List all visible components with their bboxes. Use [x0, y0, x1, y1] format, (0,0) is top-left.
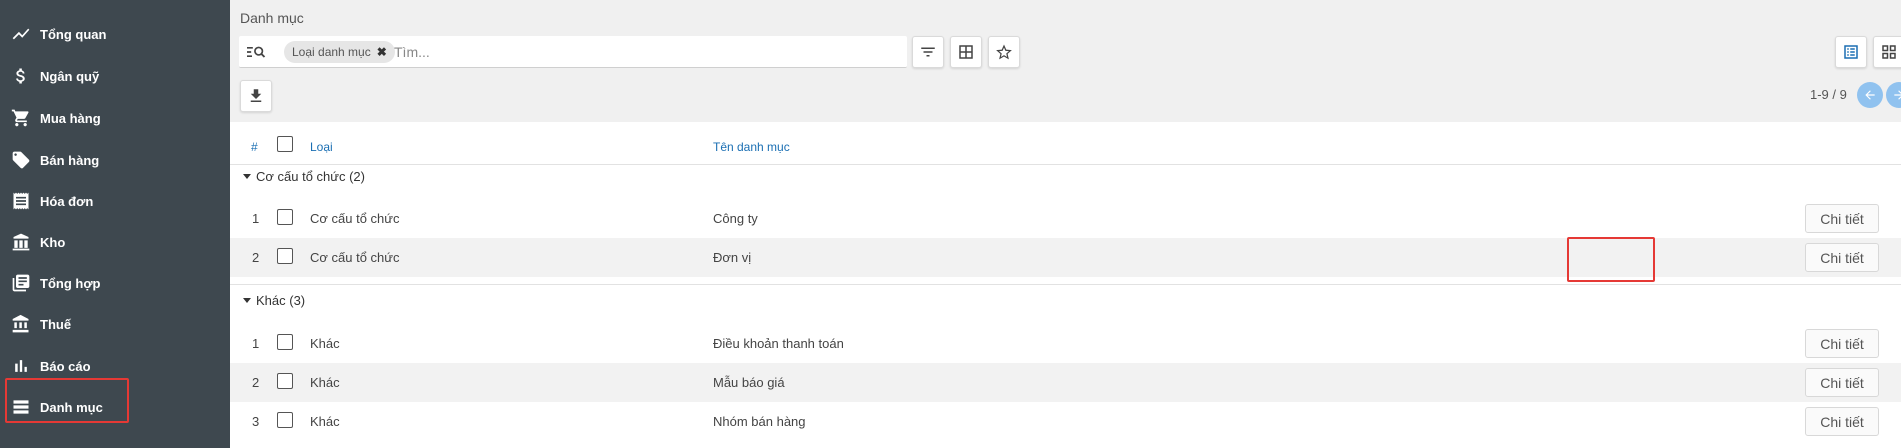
- row-name: Mẫu báo giá: [713, 375, 785, 390]
- sidebar-item-hoa-don[interactable]: Hóa đơn: [0, 181, 230, 221]
- row-checkbox[interactable]: [277, 373, 293, 389]
- header-divider: [230, 164, 1901, 165]
- download-button[interactable]: [240, 80, 272, 112]
- table-row[interactable]: 1 Cơ cấu tổ chức Công ty Chi tiết: [230, 199, 1901, 238]
- star-icon: [996, 44, 1012, 60]
- sidebar-item-label: Tổng quan: [40, 26, 107, 42]
- trending-up-icon: [10, 23, 32, 45]
- row-index: 1: [252, 211, 260, 226]
- sidebar-item-label: Bán hàng: [40, 152, 100, 168]
- arrow-left-icon: [1865, 90, 1875, 100]
- group-divider: [230, 284, 1901, 285]
- row-checkbox[interactable]: [277, 334, 293, 350]
- group-header[interactable]: Khác (3): [243, 293, 305, 308]
- bar-chart-icon: [10, 355, 32, 377]
- row-type: Khác: [310, 375, 340, 390]
- cart-icon: [10, 107, 32, 129]
- sidebar-item-label: Tổng hợp: [40, 275, 101, 291]
- sidebar-item-label: Kho: [40, 234, 66, 250]
- sidebar-item-label: Ngân quỹ: [40, 68, 100, 84]
- library-books-icon: [10, 272, 32, 294]
- sidebar-item-label: Mua hàng: [40, 110, 101, 126]
- caret-down-icon: [243, 174, 251, 179]
- filter-icon: [921, 47, 935, 57]
- main-content: Danh mục Loại danh mục ✖ 1-9 / 9 # Loạ: [230, 0, 1901, 448]
- arrow-right-icon: [1894, 90, 1901, 100]
- filter-chip-label: Loại danh mục: [292, 45, 371, 59]
- bank-icon: [10, 313, 32, 335]
- warehouse-icon: [10, 231, 32, 253]
- row-checkbox[interactable]: [277, 248, 293, 264]
- sidebar-item-mua-hang[interactable]: Mua hàng: [0, 98, 230, 138]
- sidebar-item-label: Thuế: [40, 316, 72, 332]
- row-type: Cơ cấu tổ chức: [310, 250, 400, 265]
- row-index: 2: [252, 250, 260, 265]
- group-title: Khác (3): [256, 293, 306, 308]
- detail-button[interactable]: Chi tiết: [1805, 407, 1879, 436]
- row-type: Cơ cấu tổ chức: [310, 211, 400, 226]
- row-index: 1: [252, 336, 260, 351]
- active-highlight-box: [5, 378, 129, 423]
- row-checkbox[interactable]: [277, 412, 293, 428]
- sidebar-item-tong-quan[interactable]: Tổng quan: [0, 14, 230, 54]
- detail-button[interactable]: Chi tiết: [1805, 204, 1879, 233]
- grid-view-icon: [1882, 45, 1896, 59]
- row-name: Công ty: [713, 211, 758, 226]
- row-name: Điều khoản thanh toán: [713, 336, 844, 351]
- sidebar-item-label: Báo cáo: [40, 358, 91, 374]
- data-table: # Loại Tên danh mục Cơ cấu tổ chức (2) 1…: [230, 122, 1901, 448]
- table-row[interactable]: 2 Khác Mẫu báo giá Chi tiết: [230, 363, 1901, 402]
- close-icon[interactable]: ✖: [377, 45, 387, 59]
- group-title: Cơ cấu tổ chức (2): [256, 169, 365, 184]
- column-header-index: #: [251, 140, 258, 154]
- grid-icon: [959, 45, 973, 59]
- row-checkbox[interactable]: [277, 209, 293, 225]
- detail-button[interactable]: Chi tiết: [1805, 243, 1879, 272]
- search-bar: Loại danh mục ✖: [239, 36, 907, 68]
- kanban-view-button[interactable]: [1873, 36, 1901, 68]
- group-by-button[interactable]: [950, 36, 982, 68]
- filter-button[interactable]: [912, 36, 944, 68]
- dollar-icon: [10, 65, 32, 87]
- sidebar-item-kho[interactable]: Kho: [0, 222, 230, 262]
- row-index: 2: [252, 375, 260, 390]
- breadcrumb: Danh mục: [240, 10, 304, 26]
- list-view-button[interactable]: [1835, 36, 1867, 68]
- search-input[interactable]: [394, 41, 894, 63]
- sidebar-item-ban-hang[interactable]: Bán hàng: [0, 140, 230, 180]
- list-view-icon: [1844, 45, 1858, 59]
- next-page-button[interactable]: [1886, 82, 1901, 108]
- sidebar: Tổng quan Ngân quỹ Mua hàng Bán hàng Hóa…: [0, 0, 230, 448]
- search-filter-icon: [247, 44, 267, 60]
- tag-icon: [10, 149, 32, 171]
- receipt-icon: [10, 190, 32, 212]
- caret-down-icon: [243, 298, 251, 303]
- row-name: Nhóm bán hàng: [713, 414, 806, 429]
- column-header-name[interactable]: Tên danh mục: [713, 140, 790, 154]
- detail-button[interactable]: Chi tiết: [1805, 368, 1879, 397]
- sidebar-item-thue[interactable]: Thuế: [0, 304, 230, 344]
- previous-page-button[interactable]: [1857, 82, 1883, 108]
- favorites-button[interactable]: [988, 36, 1020, 68]
- sidebar-item-label: Hóa đơn: [40, 193, 94, 209]
- sidebar-item-tong-hop[interactable]: Tổng hợp: [0, 263, 230, 303]
- detail-button[interactable]: Chi tiết: [1805, 329, 1879, 358]
- table-row[interactable]: 3 Khác Nhóm bán hàng Chi tiết: [230, 402, 1901, 441]
- row-type: Khác: [310, 414, 340, 429]
- download-icon: [250, 89, 262, 102]
- row-type: Khác: [310, 336, 340, 351]
- detail-button-highlight-box: [1567, 237, 1655, 282]
- row-index: 3: [252, 414, 260, 429]
- row-name: Đơn vị: [713, 250, 752, 265]
- group-header[interactable]: Cơ cấu tổ chức (2): [243, 169, 365, 184]
- column-header-type[interactable]: Loại: [310, 140, 333, 154]
- table-row[interactable]: 1 Khác Điều khoản thanh toán Chi tiết: [230, 324, 1901, 363]
- pager-range: 1-9 / 9: [1810, 87, 1847, 102]
- sidebar-item-ngan-quy[interactable]: Ngân quỹ: [0, 56, 230, 96]
- select-all-checkbox[interactable]: [277, 136, 293, 152]
- filter-chip: Loại danh mục ✖: [284, 41, 395, 63]
